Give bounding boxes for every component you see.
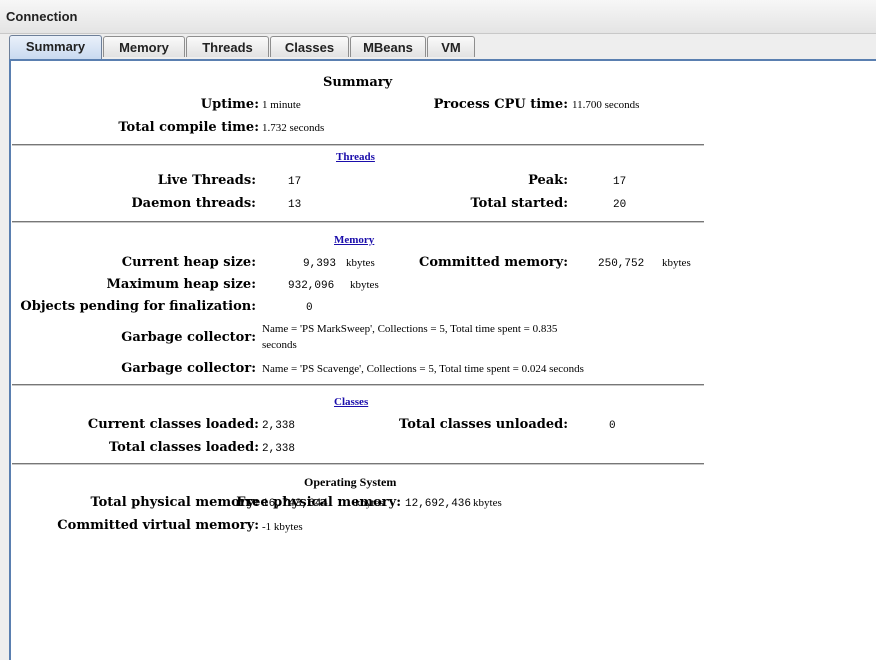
tab-summary[interactable]: Summary — [9, 35, 102, 59]
summary-heading: Summary — [323, 75, 393, 90]
menu-connection[interactable]: Connection — [6, 9, 78, 24]
free-physical-value: 12,692,436 — [405, 498, 472, 510]
divider — [12, 144, 704, 146]
cpu-time-label: Process CPU time: — [433, 97, 568, 112]
total-classes-value: 2,338 — [262, 443, 296, 455]
tab-threads[interactable]: Threads — [186, 36, 269, 57]
gc-scavenge-label: Garbage collector: — [121, 361, 256, 376]
menu-bar: Connection — [0, 0, 876, 34]
summary-panel — [9, 59, 876, 660]
committed-virtual-value: -1 kbytes — [262, 521, 303, 533]
committed-memory-unit: kbytes — [662, 257, 691, 269]
peak-value: 17 — [613, 176, 627, 188]
current-heap-label: Current heap size: — [121, 255, 256, 270]
max-heap-label: Maximum heap size: — [106, 277, 256, 292]
threads-link[interactable]: Threads — [336, 151, 375, 163]
tab-mbeans[interactable]: MBeans — [350, 36, 426, 57]
daemon-threads-value: 13 — [288, 199, 302, 211]
tab-vm[interactable]: VM — [427, 36, 475, 57]
classes-unloaded-label: Total classes unloaded: — [399, 417, 568, 432]
free-physical-label: Free physical memory: — [236, 495, 401, 510]
total-physical-label: Total physical memory: — [90, 495, 259, 510]
tab-memory[interactable]: Memory — [103, 36, 185, 57]
uptime-label: Uptime: — [200, 97, 259, 112]
memory-link[interactable]: Memory — [334, 234, 374, 246]
max-heap-value: 932,096 — [288, 280, 335, 292]
committed-virtual-label: Committed virtual memory: — [57, 518, 259, 533]
daemon-threads-label: Daemon threads: — [131, 196, 256, 211]
uptime-value: 1 minute — [262, 99, 301, 111]
gc-scavenge-value: Name = 'PS Scavenge', Collections = 5, T… — [262, 363, 584, 375]
divider — [12, 221, 704, 223]
peak-label: Peak: — [528, 173, 568, 188]
divider — [12, 463, 704, 465]
os-heading: Operating System — [304, 475, 397, 489]
current-heap-value: 9,393 — [303, 258, 337, 270]
tab-classes[interactable]: Classes — [270, 36, 349, 57]
gc-marksweep-label: Garbage collector: — [121, 330, 256, 345]
committed-memory-value: 250,752 — [598, 258, 645, 270]
gc-marksweep-value-cont: seconds — [262, 339, 297, 351]
pending-finalization-label: Objects pending for finalization: — [20, 299, 256, 314]
classes-link[interactable]: Classes — [334, 396, 368, 408]
current-classes-label: Current classes loaded: — [87, 417, 259, 432]
total-classes-label: Total classes loaded: — [108, 440, 259, 455]
compile-time-label: Total compile time: — [118, 120, 259, 135]
committed-memory-label: Committed memory: — [418, 255, 568, 270]
current-heap-unit: kbytes — [346, 257, 375, 269]
current-classes-value: 2,338 — [262, 420, 296, 432]
total-started-label: Total started: — [470, 196, 568, 211]
free-physical-unit: kbytes — [473, 497, 502, 509]
gc-marksweep-value: Name = 'PS MarkSweep', Collections = 5, … — [262, 323, 558, 335]
max-heap-unit: kbytes — [350, 279, 379, 291]
compile-time-value: 1.732 seconds — [262, 122, 325, 134]
total-started-value: 20 — [613, 199, 627, 211]
live-threads-label: Live Threads: — [157, 173, 256, 188]
live-threads-value: 17 — [288, 176, 302, 188]
classes-unloaded-value: 0 — [609, 420, 616, 432]
cpu-time-value: 11.700 seconds — [572, 99, 640, 111]
pending-finalization-value: 0 — [306, 302, 313, 314]
divider — [12, 384, 704, 386]
